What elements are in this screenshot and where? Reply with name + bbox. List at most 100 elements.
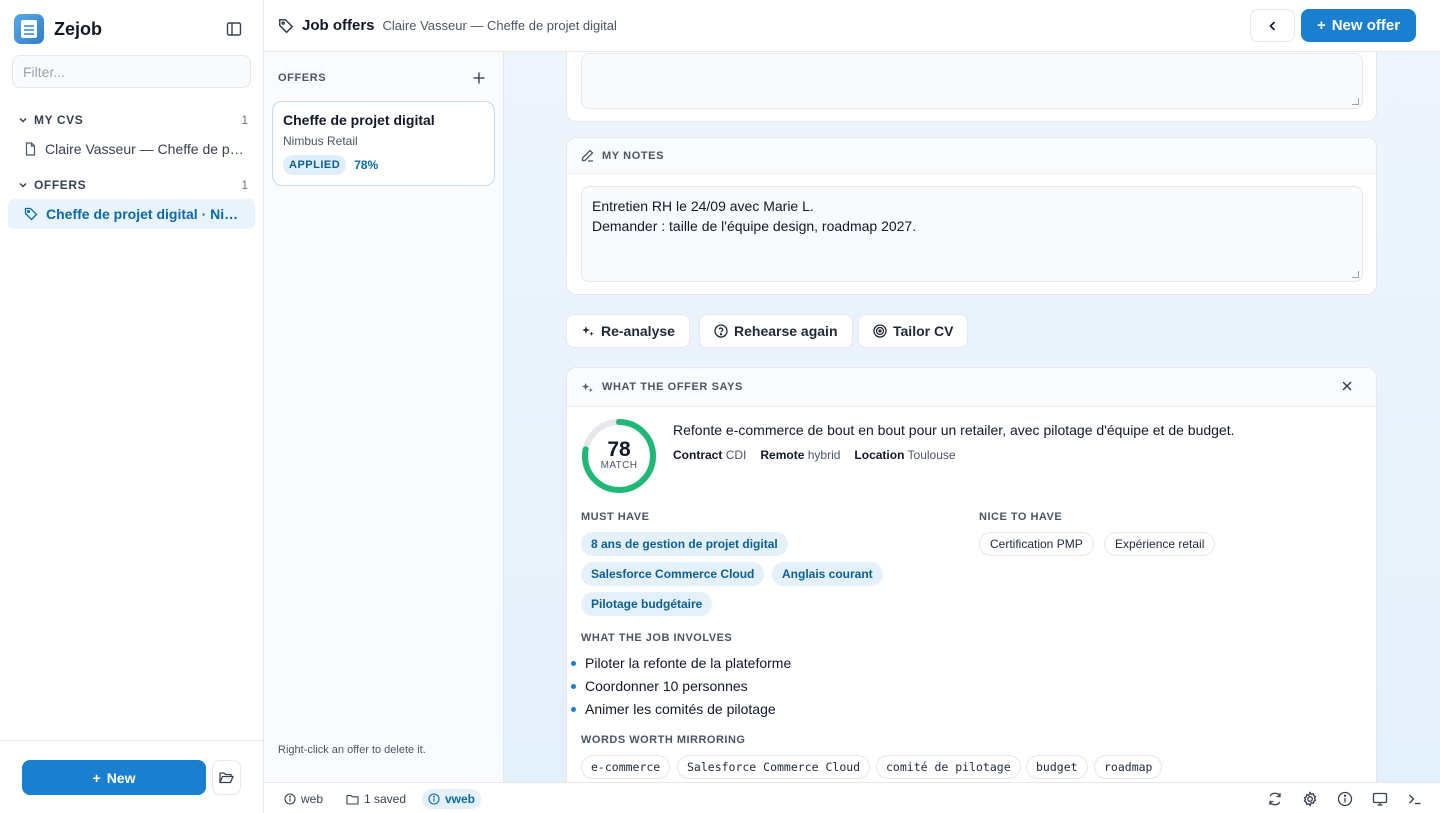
section-label: OFFERS — [34, 178, 87, 192]
add-offer-icon[interactable] — [472, 71, 486, 85]
target-icon — [873, 324, 887, 338]
sidebar-item-cv[interactable]: Claire Vasseur — Cheffe de projet digita… — [8, 134, 255, 164]
info-circle-icon[interactable] — [1337, 791, 1353, 807]
analysis-card: WHAT THE OFFER SAYS 78 MATCH Refonte e-c… — [566, 367, 1377, 782]
offer-meta: Contract CDI Remote hybrid Location Toul… — [673, 448, 956, 462]
tag-icon — [24, 207, 38, 221]
reanalyse-label: Re-analyse — [601, 323, 675, 339]
notes-header: MY NOTES — [567, 138, 1376, 174]
match-score: 78 — [607, 438, 631, 461]
match-percent: 78% — [354, 158, 379, 172]
close-icon[interactable] — [1340, 379, 1354, 393]
keyword-chip: e-commerce — [581, 755, 671, 779]
section-count: 1 — [241, 113, 248, 127]
sidebar-toggle-icon[interactable] — [226, 21, 242, 37]
sparkles-icon — [581, 382, 593, 392]
plus-icon: + — [92, 769, 101, 786]
app-name: Zejob — [54, 18, 102, 39]
sparkles-icon — [582, 326, 594, 336]
offers-panel: OFFERS Cheffe de projet digital Nimbus R… — [264, 52, 504, 782]
must-have-heading: MUST HAVE — [581, 511, 650, 523]
previous-textarea[interactable] — [581, 53, 1363, 109]
notes-card: MY NOTES Entretien RH le 24/09 avec Mari… — [566, 137, 1377, 295]
new-offer-button[interactable]: + New offer — [1301, 9, 1416, 42]
must-have-chip: 8 ans de gestion de projet digital — [581, 532, 788, 556]
pencil-icon — [581, 149, 594, 162]
gear-icon[interactable] — [1302, 791, 1318, 807]
monitor-icon[interactable] — [1372, 791, 1388, 807]
rehearse-label: Rehearse again — [734, 323, 838, 339]
sidebar-item-label: Claire Vasseur — Cheffe de projet digita… — [45, 141, 245, 157]
sidebar: Zejob MY CVS 1 Claire Vasseur — Cheffe d… — [0, 0, 264, 813]
notes-line: Entretien RH le 24/09 avec Marie L. — [592, 198, 814, 214]
must-have-chip: Anglais courant — [772, 562, 883, 586]
status-saved[interactable]: 1 saved — [340, 789, 412, 809]
words-heading: WORDS WORTH MIRRORING — [581, 734, 746, 746]
sidebar-item-offer[interactable]: Cheffe de projet digital · Nimbus Retail — [8, 199, 255, 229]
rehearse-button[interactable]: Rehearse again — [699, 314, 853, 348]
open-folder-button[interactable] — [212, 760, 241, 795]
involves-item: Animer les comités de pilotage — [571, 701, 776, 717]
question-circle-icon — [714, 324, 728, 338]
status-vweb-label: vweb — [445, 792, 476, 806]
refresh-icon[interactable] — [1267, 791, 1283, 807]
involves-heading: WHAT THE JOB INVOLVES — [581, 632, 733, 644]
tailor-cv-label: Tailor CV — [893, 323, 954, 339]
involves-item: Piloter la refonte de la plateforme — [570, 655, 792, 671]
offers-hint: Right-click an offer to delete it. — [278, 744, 426, 756]
previous-card — [566, 52, 1377, 122]
terminal-icon[interactable] — [1407, 791, 1423, 807]
offer-company: Nimbus Retail — [283, 134, 358, 148]
info-icon — [428, 793, 440, 805]
tailor-cv-button[interactable]: Tailor CV — [858, 314, 969, 348]
chevron-down-icon — [19, 182, 27, 188]
nice-to-have-chip: Certification PMP — [979, 532, 1094, 556]
sidebar-footer: + New — [0, 740, 264, 813]
nice-to-have-chip: Expérience retail — [1104, 532, 1216, 556]
sidebar-item-label: Cheffe de projet digital · Nimbus Retail — [46, 206, 246, 222]
notes-line: Demander : taille de l'équipe design, ro… — [592, 218, 917, 234]
status-saved-label: 1 saved — [364, 792, 407, 806]
info-icon — [284, 793, 296, 805]
folder-icon — [346, 794, 359, 805]
filter-input[interactable] — [12, 55, 251, 88]
page-subtitle: Claire Vasseur — Cheffe de projet digita… — [382, 18, 617, 33]
match-gauge: 78 MATCH — [581, 418, 657, 494]
chevron-left-icon — [1268, 20, 1275, 31]
match-label: MATCH — [600, 460, 638, 471]
notes-textarea[interactable]: Entretien RH le 24/09 avec Marie L. Dema… — [581, 186, 1363, 282]
must-have-chip: Pilotage budgétaire — [581, 592, 713, 616]
keyword-chip: budget — [1026, 755, 1088, 779]
nice-to-have-heading: NICE TO HAVE — [979, 511, 1063, 523]
document-icon — [25, 142, 36, 156]
chevron-down-icon — [19, 117, 27, 123]
status-web[interactable]: web — [278, 789, 329, 809]
offer-card[interactable]: Cheffe de projet digital Nimbus Retail A… — [272, 101, 495, 186]
plus-icon: + — [1316, 17, 1326, 34]
analysis-heading: WHAT THE OFFER SAYS — [602, 381, 743, 393]
status-vweb[interactable]: vweb — [422, 789, 482, 809]
page-title: Job offers — [302, 17, 375, 34]
back-button[interactable] — [1250, 9, 1295, 42]
section-offers[interactable]: OFFERS 1 — [18, 178, 248, 192]
new-button[interactable]: + New — [22, 760, 206, 795]
offer-detail: MY NOTES Entretien RH le 24/09 avec Mari… — [504, 52, 1440, 782]
meta-location: Location Toulouse — [854, 448, 956, 462]
offers-heading: OFFERS — [278, 72, 327, 84]
section-count: 1 — [241, 178, 248, 192]
keyword-chip: comité de pilotage — [876, 755, 1021, 779]
section-my-cvs[interactable]: MY CVS 1 — [18, 113, 248, 127]
meta-remote: Remote hybrid — [760, 448, 841, 462]
new-button-label: New — [106, 769, 136, 786]
offer-title: Cheffe de projet digital — [283, 112, 435, 128]
involves-item: Coordonner 10 personnes — [571, 678, 748, 694]
status-badge: APPLIED — [283, 155, 347, 175]
status-bar: web 1 saved vweb — [264, 782, 1440, 813]
top-bar: Job offers Claire Vasseur — Cheffe de pr… — [264, 0, 1440, 52]
must-have-chip: Salesforce Commerce Cloud — [581, 562, 765, 586]
offer-summary: Refonte e-commerce de bout en bout pour … — [673, 422, 1235, 438]
reanalyse-button[interactable]: Re-analyse — [566, 314, 690, 348]
tag-icon — [278, 18, 294, 33]
new-offer-label: New offer — [1331, 17, 1401, 34]
analysis-header: WHAT THE OFFER SAYS — [567, 368, 1376, 407]
